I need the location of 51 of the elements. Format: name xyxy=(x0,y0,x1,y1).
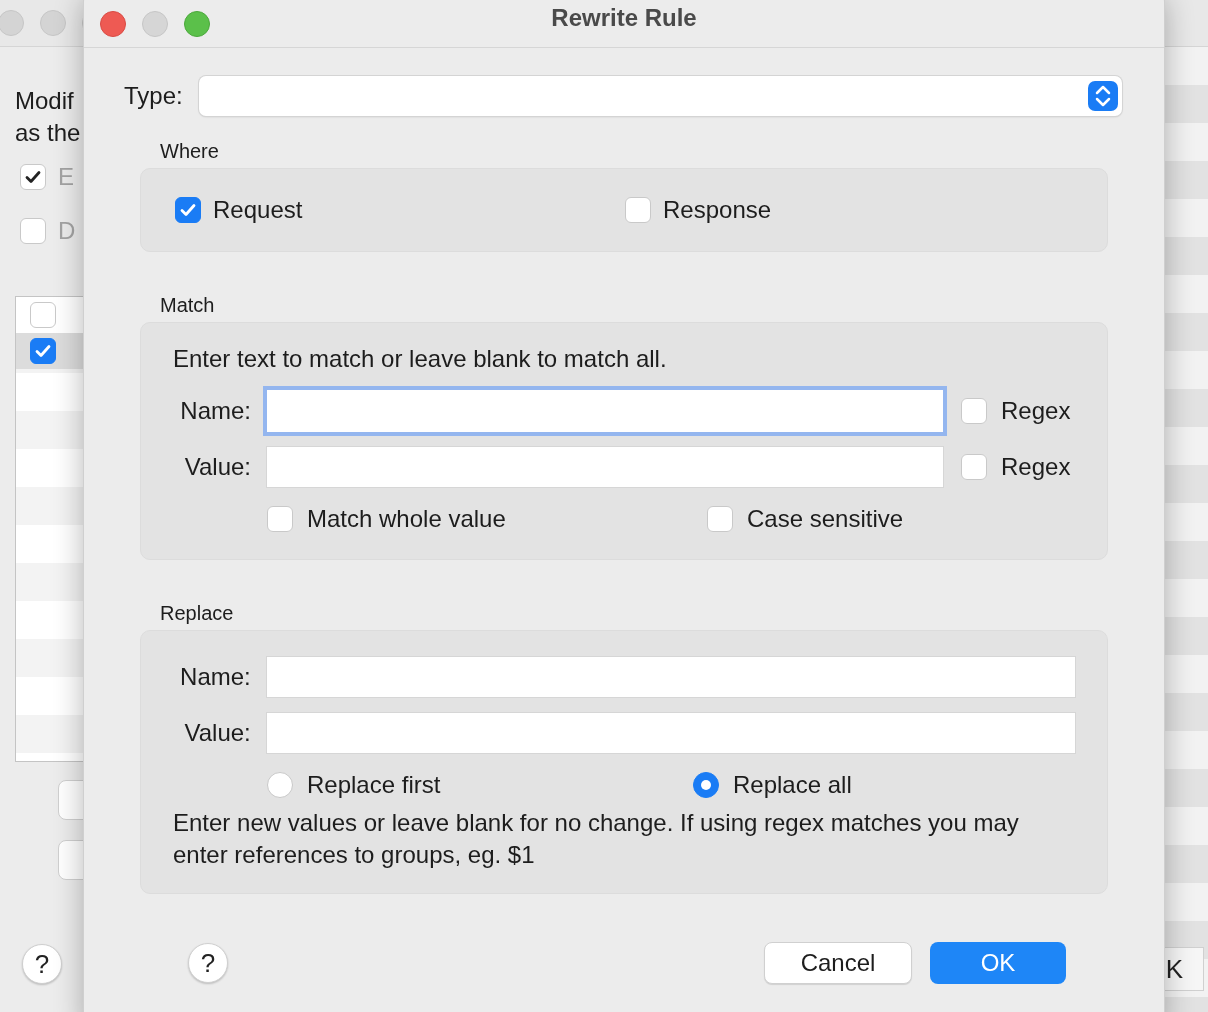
description-text: Modif xyxy=(15,86,75,116)
field-label: Name: xyxy=(179,663,251,691)
note-text: Enter new values or leave blank for no change. If using regex matches you may enter references to groups, eg. $1 xyxy=(173,808,1020,870)
section-title: Match xyxy=(160,293,216,318)
cancel-button[interactable]: Cancel xyxy=(764,942,912,984)
text-field[interactable] xyxy=(266,713,1075,753)
close-window-icon[interactable] xyxy=(0,10,24,36)
section-title: Replace xyxy=(160,601,235,626)
type-dropdown[interactable] xyxy=(198,76,1122,116)
button[interactable]: K xyxy=(1164,947,1204,991)
field-label: Value: xyxy=(183,719,251,747)
window-title: Rewrite Rule xyxy=(551,4,697,32)
field-label: Type: xyxy=(124,82,183,110)
option-label: E xyxy=(58,163,74,191)
option-label: Match whole value xyxy=(307,505,506,533)
section-title: Where xyxy=(160,139,220,164)
checkbox[interactable] xyxy=(267,506,293,532)
checkbox[interactable] xyxy=(30,302,56,328)
text-field[interactable] xyxy=(267,390,943,432)
option-label: Regex xyxy=(1001,397,1071,425)
zoom-window-icon[interactable] xyxy=(184,10,210,37)
minimize-window-icon[interactable] xyxy=(40,10,66,36)
help-button[interactable]: ? xyxy=(188,943,228,983)
option-label: Regex xyxy=(1001,453,1071,481)
stepper-icon xyxy=(1087,80,1119,112)
ok-button[interactable]: OK xyxy=(930,942,1066,984)
option-label: Replace all xyxy=(733,771,852,799)
minimize-window-icon[interactable] xyxy=(142,10,168,37)
close-window-icon[interactable] xyxy=(100,10,126,37)
checkbox[interactable] xyxy=(20,218,46,244)
checkbox[interactable] xyxy=(625,197,651,223)
help-button[interactable]: ? xyxy=(22,944,62,984)
hint-text: Enter text to match or leave blank to match all. xyxy=(173,345,668,373)
checkbox[interactable] xyxy=(20,164,46,190)
checkbox[interactable] xyxy=(30,338,56,364)
radio-button[interactable] xyxy=(267,772,293,798)
radio-button[interactable] xyxy=(693,772,719,798)
option-label: D xyxy=(58,217,76,245)
checkbox[interactable] xyxy=(707,506,733,532)
option-label: Response xyxy=(663,196,772,224)
checkbox[interactable] xyxy=(175,197,201,223)
description-text: as the xyxy=(15,118,81,148)
text-field[interactable] xyxy=(266,657,1075,697)
field-label: Value: xyxy=(183,453,251,481)
text-field[interactable] xyxy=(267,447,943,487)
option-label: Case sensitive xyxy=(747,505,904,533)
field-label: Name: xyxy=(179,397,251,425)
option-label: Request xyxy=(213,196,303,224)
checkbox[interactable] xyxy=(961,454,987,480)
checkbox[interactable] xyxy=(961,398,987,424)
option-label: Replace first xyxy=(307,771,441,799)
